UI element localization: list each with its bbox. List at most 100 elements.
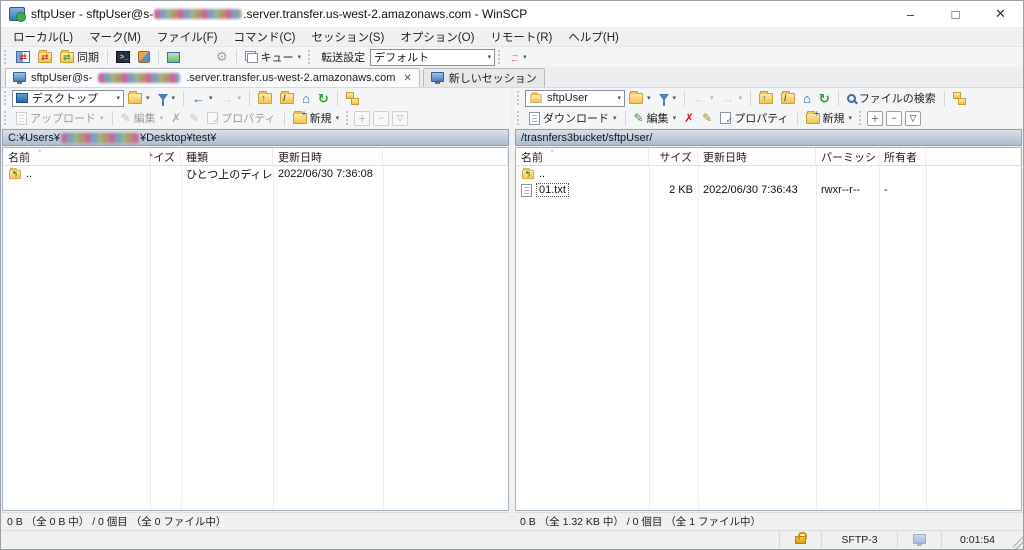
menu-local[interactable]: ローカル(L) <box>5 27 81 47</box>
toolbar-grip[interactable] <box>498 50 503 64</box>
download-button[interactable]: ダウンロード▾ <box>525 108 621 128</box>
remote-select-remove-button[interactable]: − <box>886 111 902 126</box>
local-row-parent-dir[interactable]: ↰.. ひとつ上のディレクトリ 2022/06/30 7:36:08 <box>3 166 508 182</box>
local-column-size[interactable]: サイズ <box>150 148 181 165</box>
toolbar-grip[interactable] <box>4 50 9 64</box>
remote-open-directory-button[interactable]: ▾ <box>625 91 655 106</box>
local-column-modified[interactable]: 更新日時 <box>273 148 383 165</box>
local-back-button[interactable]: ←▾ <box>188 90 217 107</box>
local-select-remove-button[interactable]: − <box>373 111 389 126</box>
local-list-empty-area[interactable] <box>3 182 508 510</box>
remote-list-empty-area[interactable] <box>516 198 1021 510</box>
menu-file[interactable]: ファイル(F) <box>149 27 226 47</box>
remote-root-directory-button[interactable]: / <box>777 91 799 106</box>
preferences-button[interactable]: ⚙ <box>212 47 232 67</box>
toolbar-grip[interactable] <box>517 111 522 125</box>
toolbar-grip[interactable] <box>4 91 9 105</box>
local-forward-button[interactable]: →▾ <box>217 90 246 107</box>
encryption-status-cell[interactable] <box>779 531 821 549</box>
menu-session[interactable]: セッション(S) <box>303 27 392 47</box>
menu-remote[interactable]: リモート(R) <box>482 27 560 47</box>
session-tab-active[interactable]: sftpUser@s- .server.transfer.us-west-2.a… <box>5 68 420 87</box>
remote-filter-button[interactable]: ▾ <box>655 92 681 104</box>
local-select-add-button[interactable]: ＋ <box>354 111 370 126</box>
maximize-button[interactable]: □ <box>933 1 978 27</box>
remote-edit-button[interactable]: ✎編集▾ <box>630 108 681 128</box>
local-open-directory-button[interactable]: ▾ <box>124 91 154 106</box>
remote-parent-directory-button[interactable]: ↑ <box>755 91 777 106</box>
toolbar-grip[interactable] <box>859 111 864 125</box>
close-button[interactable]: ✕ <box>978 1 1023 27</box>
close-session-icon[interactable]: ✕ <box>403 73 411 84</box>
remote-back-button[interactable]: ←▾ <box>689 90 718 107</box>
local-path-bar[interactable]: C:¥Users¥ ¥Desktop¥test¥ <box>2 129 509 146</box>
remote-rename-button[interactable]: ✎ <box>698 110 716 126</box>
remote-new-button[interactable]: +新規▾ <box>802 108 857 128</box>
toolbar-grip[interactable] <box>4 111 9 125</box>
protocol-cell[interactable]: SFTP-3 <box>821 531 897 549</box>
remote-column-owner[interactable]: 所有者 <box>879 148 926 165</box>
queue-button[interactable]: キュー▾ <box>241 47 306 67</box>
session-tab-prefix: sftpUser@s- <box>31 72 92 84</box>
local-file-toolbar: アップロード▾ ✎編集▾ ✗ ✎ プロパティ +新規▾ ＋ − ▽ <box>1 108 510 128</box>
column-label: 更新日時 <box>703 149 747 165</box>
remote-delete-button[interactable]: ✗ <box>680 110 698 126</box>
local-column-type[interactable]: 種類 <box>181 148 273 165</box>
menu-command[interactable]: コマンド(C) <box>226 27 304 47</box>
remote-column-modified[interactable]: 更新日時 <box>698 148 816 165</box>
local-home-directory-button[interactable]: ⌂ <box>298 90 314 107</box>
toolbar-grip[interactable] <box>346 111 351 125</box>
local-delete-button[interactable]: ✗ <box>167 110 185 126</box>
synchronize-browsing-button[interactable]: ⇄ <box>34 50 56 65</box>
new-session-tab[interactable]: 新しいセッション <box>423 68 545 87</box>
remote-row-parent-dir[interactable]: ↰.. <box>516 166 1021 182</box>
local-refresh-button[interactable]: ↻ <box>314 90 333 107</box>
local-properties-button[interactable]: プロパティ <box>203 108 279 128</box>
new-window-button[interactable] <box>163 50 184 65</box>
toolbar-grip[interactable] <box>517 91 522 105</box>
connection-status-cell[interactable] <box>897 531 941 549</box>
local-new-button[interactable]: +新規▾ <box>289 108 344 128</box>
menu-help[interactable]: ヘルプ(H) <box>560 27 626 47</box>
remote-drive-value: sftpUser <box>547 92 588 104</box>
remote-column-permissions[interactable]: パーミッション <box>816 148 879 165</box>
upload-button[interactable]: アップロード▾ <box>12 108 108 128</box>
local-drive-select[interactable]: デスクトップ ▾ <box>12 90 124 107</box>
local-parent-directory-button[interactable]: ↑ <box>254 91 276 106</box>
menu-mark[interactable]: マーク(M) <box>81 27 149 47</box>
local-edit-button[interactable]: ✎編集▾ <box>117 108 168 128</box>
minimize-button[interactable]: – <box>888 1 933 27</box>
toolbar-separator <box>750 91 751 106</box>
local-tree-button[interactable] <box>342 90 363 106</box>
remote-select-add-button[interactable]: ＋ <box>867 111 883 126</box>
remote-path-bar[interactable]: /trasnfers3bucket/sftpUser/ <box>515 129 1022 146</box>
remote-edit-label: 編集 <box>647 110 669 126</box>
remote-properties-button[interactable]: プロパティ <box>716 108 792 128</box>
find-files-button[interactable]: ファイルの検索 <box>843 88 940 108</box>
remote-home-directory-button[interactable]: ⌂ <box>799 90 815 107</box>
local-root-directory-button[interactable]: / <box>276 91 298 106</box>
remote-refresh-button[interactable]: ↻ <box>815 90 834 107</box>
remote-properties-label: プロパティ <box>734 110 788 126</box>
local-select-filter-button[interactable]: ▽ <box>392 111 408 126</box>
menu-options[interactable]: オプション(O) <box>392 27 482 47</box>
compare-directories-button[interactable] <box>12 49 34 65</box>
local-column-name[interactable]: 名前ˆ <box>3 148 150 165</box>
remote-tree-button[interactable] <box>949 90 970 106</box>
remote-drive-select[interactable]: sftpUser ▾ <box>525 90 625 107</box>
synchronize-button[interactable]: ⇄同期 <box>56 47 103 67</box>
transfer-options-button[interactable]: →←▾ <box>506 50 531 64</box>
local-rename-button[interactable]: ✎ <box>185 110 203 126</box>
remote-select-filter-button[interactable]: ▽ <box>905 111 921 126</box>
remote-forward-button[interactable]: →▾ <box>718 90 747 107</box>
local-filter-button[interactable]: ▾ <box>154 92 180 104</box>
remote-column-size[interactable]: サイズ <box>649 148 698 165</box>
custom-commands-button[interactable] <box>134 49 154 65</box>
resize-grip[interactable] <box>1013 531 1023 549</box>
toolbar-grip[interactable] <box>308 50 313 64</box>
remote-path-text: /trasnfers3bucket/sftpUser/ <box>521 132 652 144</box>
open-terminal-button[interactable]: >_ <box>112 49 134 65</box>
remote-column-name[interactable]: 名前ˆ <box>516 148 649 165</box>
transfer-settings-select[interactable]: デフォルト ▾ <box>370 49 495 66</box>
remote-row-file-01txt[interactable]: 01.txt 2 KB 2022/06/30 7:36:43 rwxr--r--… <box>516 182 1021 198</box>
